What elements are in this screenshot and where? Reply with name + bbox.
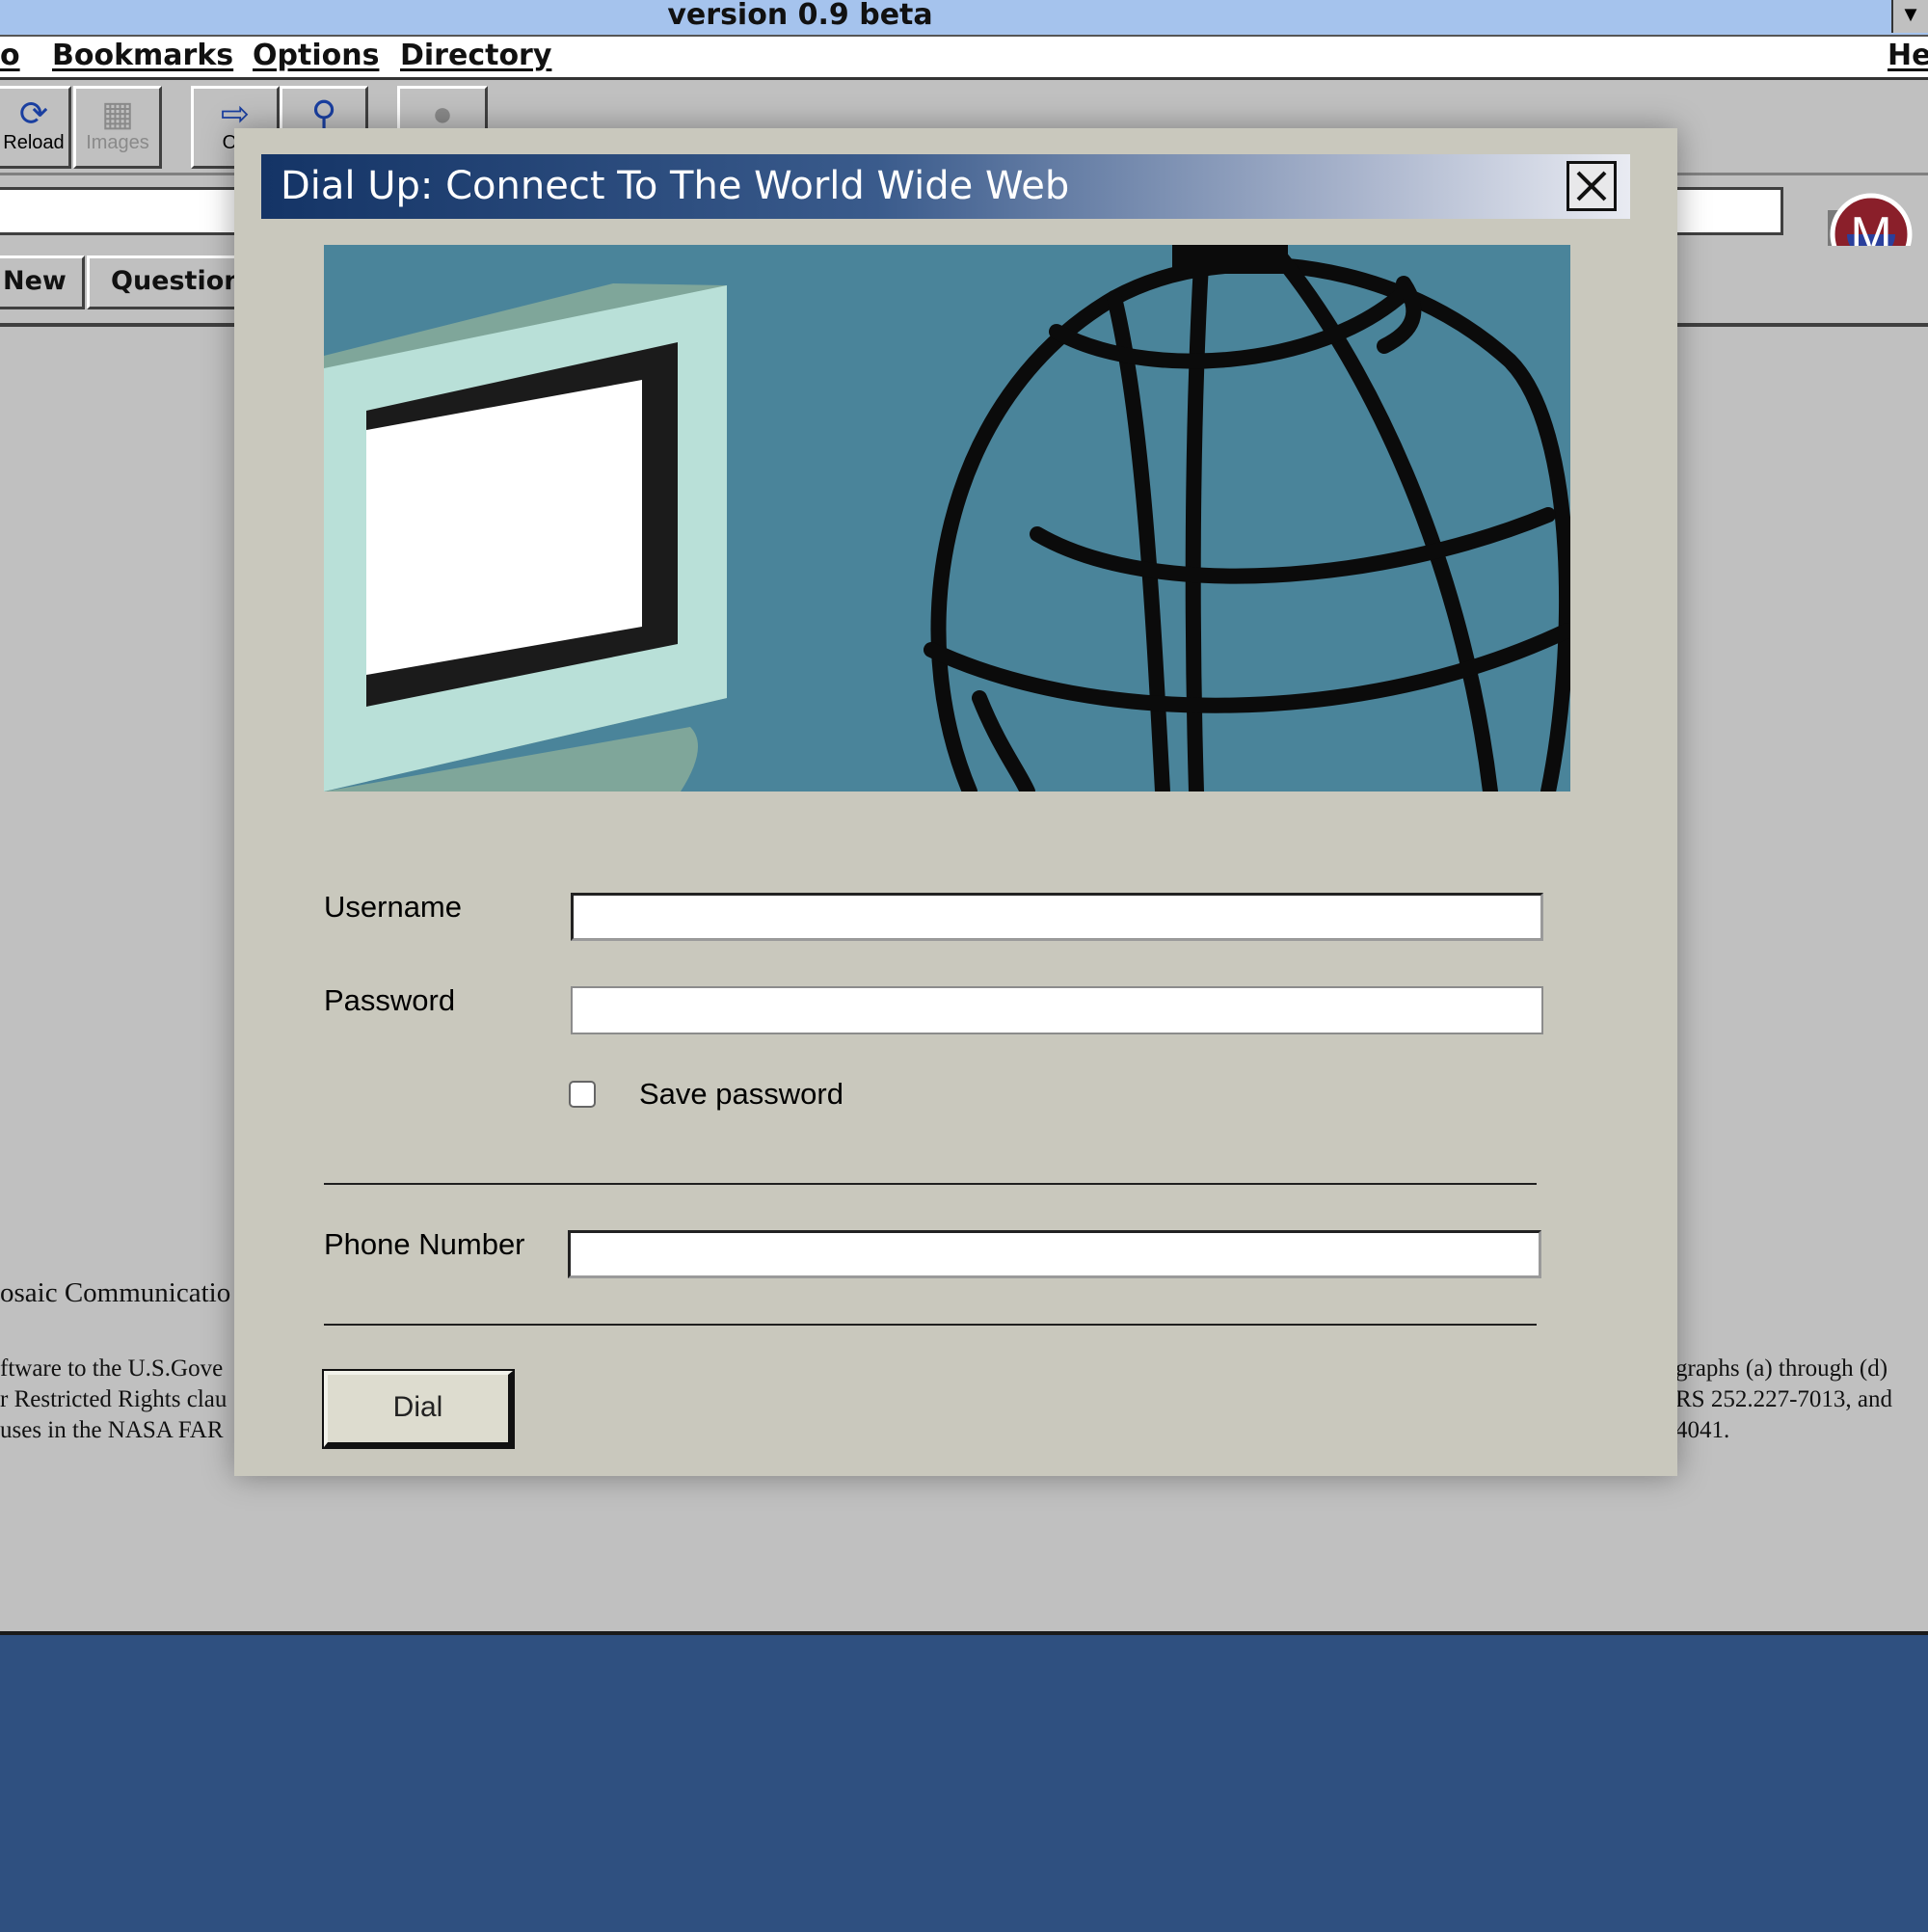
dial-button[interactable]: Dial xyxy=(322,1369,515,1449)
phone-number-label: Phone Number xyxy=(324,1227,525,1261)
menubar: o Bookmarks Options Directory He xyxy=(0,37,1928,80)
save-password-label[interactable]: Save password xyxy=(639,1077,844,1112)
menu-directory[interactable]: Directory xyxy=(400,37,551,75)
save-password-checkbox[interactable] xyxy=(569,1081,596,1108)
menu-go[interactable]: o xyxy=(0,37,20,75)
phone-number-input[interactable] xyxy=(568,1230,1541,1278)
menu-bookmarks[interactable]: Bookmarks xyxy=(52,37,233,75)
reload-button[interactable]: ⟳ Reload xyxy=(0,86,71,169)
dialup-banner-illustration xyxy=(324,245,1570,792)
menu-options[interactable]: Options xyxy=(253,37,379,75)
bg-text-right-1: graphs (a) through (d) xyxy=(1675,1355,1888,1382)
binoculars-icon: ⚲ xyxy=(310,94,337,133)
menu-help[interactable]: He xyxy=(1888,37,1928,75)
bg-text-left-2: ftware to the U.S.Gove xyxy=(0,1355,224,1382)
bg-text-right-2: RS 252.227-7013, and xyxy=(1675,1386,1892,1412)
images-icon: ▦ xyxy=(100,94,134,133)
bg-text-right-3: 4041. xyxy=(1675,1417,1730,1443)
desktop-background xyxy=(0,1631,1928,1932)
dialog-close-button[interactable] xyxy=(1566,161,1617,211)
bg-text-left-3: r Restricted Rights clau xyxy=(0,1386,228,1412)
chevron-down-icon: ▼ xyxy=(1900,2,1921,26)
username-input[interactable] xyxy=(571,893,1543,941)
window-title: version 0.9 beta xyxy=(667,0,933,32)
bg-text-left-1: osaic Communicatio xyxy=(0,1277,231,1308)
url-field-right[interactable] xyxy=(1668,187,1783,235)
window-titlebar: version 0.9 beta ▼ xyxy=(0,0,1928,37)
separator-bottom xyxy=(324,1324,1537,1326)
questions-button[interactable]: Questions xyxy=(87,255,258,309)
dialup-dialog: Dial Up: Connect To The World Wide Web U… xyxy=(234,128,1677,1476)
images-label: Images xyxy=(86,132,149,153)
password-input[interactable] xyxy=(571,986,1543,1034)
window-menu-button[interactable]: ▼ xyxy=(1891,0,1928,33)
stop-icon: ● xyxy=(432,94,453,133)
reload-label: Reload xyxy=(3,132,65,153)
bg-text-left-4: uses in the NASA FAR xyxy=(0,1417,224,1443)
password-label: Password xyxy=(324,983,456,1017)
username-label: Username xyxy=(324,890,462,924)
reload-icon: ⟳ xyxy=(18,94,49,133)
whats-new-button[interactable]: New xyxy=(0,255,85,309)
open-icon: ⇨ xyxy=(220,94,251,133)
close-icon xyxy=(1576,171,1607,201)
dialog-title: Dial Up: Connect To The World Wide Web xyxy=(281,164,1070,208)
url-field[interactable] xyxy=(0,187,247,235)
dialog-titlebar: Dial Up: Connect To The World Wide Web xyxy=(261,154,1630,219)
separator-top xyxy=(324,1183,1537,1185)
images-button[interactable]: ▦ Images xyxy=(73,86,162,169)
